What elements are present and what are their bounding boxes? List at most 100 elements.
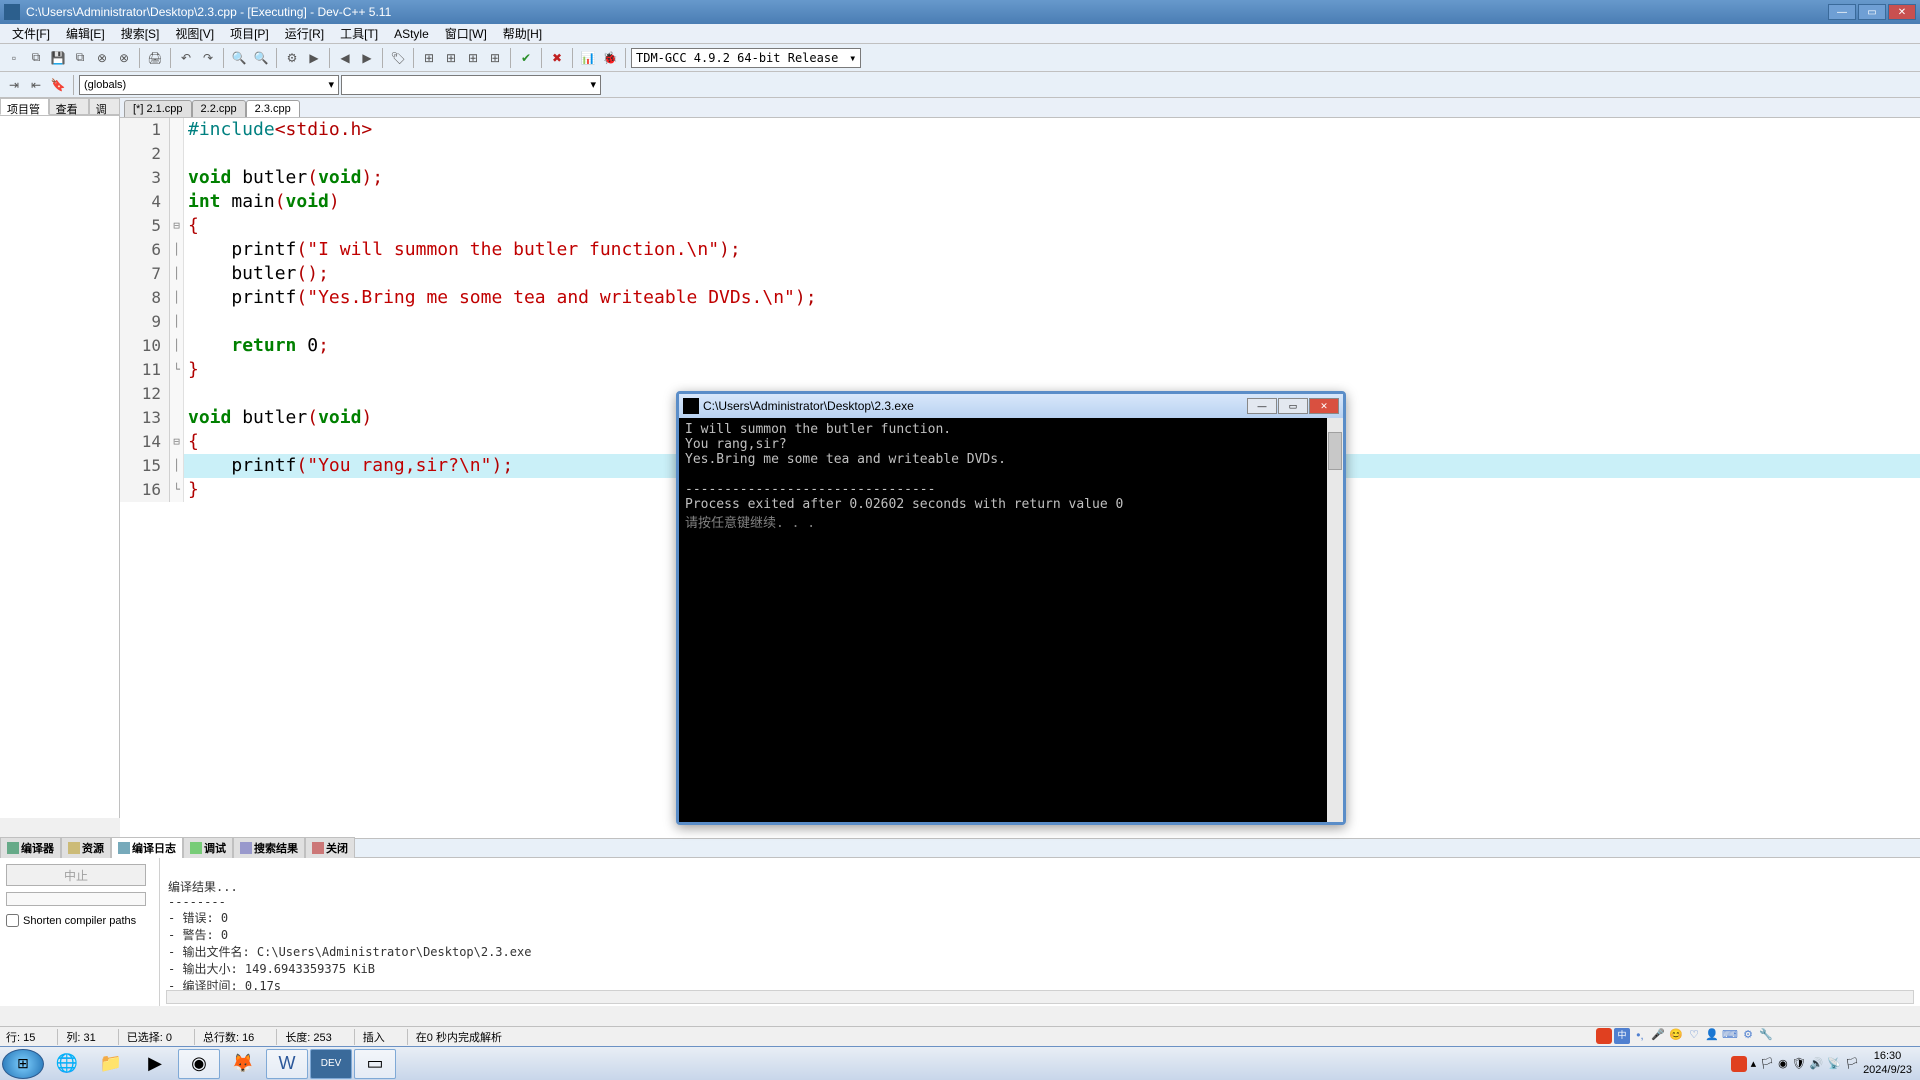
tray-keyboard-icon[interactable]: ⌨ [1722, 1028, 1738, 1044]
close-file-icon[interactable]: ⊗ [92, 48, 112, 68]
globals-select[interactable]: (globals) [79, 75, 339, 95]
save-icon[interactable]: 💾 [48, 48, 68, 68]
new-icon[interactable]: ▫ [4, 48, 24, 68]
side-panel-tabs: 项目管理 查看类 调试 [0, 98, 120, 116]
taskbar-chrome-icon[interactable]: ◉ [178, 1049, 220, 1079]
tray-flag-icon[interactable]: 🏳 [1760, 1057, 1774, 1070]
tab-compiler[interactable]: 编译器 [0, 837, 61, 859]
tab-file-23[interactable]: 2.3.cpp [246, 100, 300, 117]
menu-search[interactable]: 搜索[S] [113, 23, 168, 44]
closeall-icon[interactable]: ⊗ [114, 48, 134, 68]
taskbar-media-icon[interactable]: ▶ [134, 1049, 176, 1079]
tab-file-21[interactable]: [*] 2.1.cpp [124, 100, 192, 117]
grid2-icon[interactable]: ⊞ [441, 48, 461, 68]
tray-punct-icon[interactable]: •, [1632, 1028, 1648, 1044]
menu-run[interactable]: 运行[R] [277, 23, 332, 44]
console-title-bar[interactable]: C:\Users\Administrator\Desktop\2.3.exe —… [679, 394, 1343, 418]
close-button[interactable]: ✕ [1888, 4, 1916, 20]
tray-gear-icon[interactable]: ⚙ [1740, 1028, 1756, 1044]
fold-collapse-icon[interactable]: ⊟ [170, 214, 184, 238]
console-minimize-button[interactable]: — [1247, 398, 1277, 414]
open-icon[interactable]: ⧉ [26, 48, 46, 68]
ime-icon[interactable] [1596, 1028, 1612, 1044]
tray-security-icon[interactable]: 🛡 [1792, 1057, 1806, 1070]
tray-chrome-icon[interactable]: ◉ [1778, 1057, 1788, 1070]
tab-close[interactable]: 关闭 [305, 837, 355, 859]
tray-emoji-icon[interactable]: 😊 [1668, 1028, 1684, 1044]
console-scrollbar[interactable] [1327, 418, 1343, 822]
tab-compile-log[interactable]: 编译日志 [111, 837, 183, 859]
check-icon[interactable]: ✔ [516, 48, 536, 68]
minimize-button[interactable]: — [1828, 4, 1856, 20]
compile-icon[interactable]: ⚙ [282, 48, 302, 68]
menu-file[interactable]: 文件[F] [4, 23, 58, 44]
compiler-select[interactable]: TDM-GCC 4.9.2 64-bit Release [631, 48, 861, 68]
debug-icon[interactable]: 🐞 [600, 48, 620, 68]
bookmark2-icon[interactable]: 🔖 [48, 75, 68, 95]
undo-icon[interactable]: ↶ [176, 48, 196, 68]
tab-debug[interactable]: 调试 [89, 98, 120, 115]
tray-sogou-icon[interactable] [1731, 1056, 1747, 1072]
tray-flag2-icon[interactable]: 🏳 [1845, 1057, 1859, 1070]
menu-window[interactable]: 窗口[W] [437, 23, 495, 44]
taskbar-explorer-icon[interactable]: 📁 [90, 1049, 132, 1079]
line-number: 1 [120, 118, 170, 142]
tray-lang-icon[interactable]: 中 [1614, 1028, 1630, 1044]
redo-icon[interactable]: ↷ [198, 48, 218, 68]
horizontal-scrollbar[interactable] [166, 990, 1914, 1004]
tab-resource[interactable]: 资源 [61, 837, 111, 859]
grid1-icon[interactable]: ⊞ [419, 48, 439, 68]
scrollbar-thumb[interactable] [1328, 432, 1342, 470]
tab-search-results[interactable]: 搜索结果 [233, 837, 305, 859]
tray-heart-icon[interactable]: ♡ [1686, 1028, 1702, 1044]
goto2-icon[interactable]: ⇤ [26, 75, 46, 95]
tray-up-icon[interactable]: ▴ [1751, 1057, 1757, 1070]
taskbar-firefox-icon[interactable]: 🦊 [222, 1049, 264, 1079]
tray-wrench-icon[interactable]: 🔧 [1758, 1028, 1774, 1044]
profile-icon[interactable]: 📊 [578, 48, 598, 68]
menu-help[interactable]: 帮助[H] [495, 23, 550, 44]
menu-project[interactable]: 项目[P] [222, 23, 277, 44]
taskbar-word-icon[interactable]: W [266, 1049, 308, 1079]
grid4-icon[interactable]: ⊞ [485, 48, 505, 68]
menu-view[interactable]: 视图[V] [167, 23, 222, 44]
taskbar-devcpp-icon[interactable]: DEV [310, 1049, 352, 1079]
bookmark-icon[interactable]: 🏷 [388, 48, 408, 68]
tab-project-mgmt[interactable]: 项目管理 [0, 98, 49, 115]
console-maximize-button[interactable]: ▭ [1278, 398, 1308, 414]
saveall-icon[interactable]: ⧉ [70, 48, 90, 68]
replace-icon[interactable]: 🔍 [251, 48, 271, 68]
line-number: 15 [120, 454, 170, 478]
maximize-button[interactable]: ▭ [1858, 4, 1886, 20]
find-icon[interactable]: 🔍 [229, 48, 249, 68]
fold-collapse-icon[interactable]: ⊟ [170, 430, 184, 454]
menu-astyle[interactable]: AStyle [386, 25, 437, 43]
console-output[interactable]: I will summon the butler function. You r… [679, 418, 1343, 822]
print-icon[interactable]: 🖨 [145, 48, 165, 68]
check-icon [190, 842, 202, 854]
tray-user-icon[interactable]: 👤 [1704, 1028, 1720, 1044]
forward-icon[interactable]: ▶ [357, 48, 377, 68]
start-button[interactable]: ⊞ [2, 1049, 44, 1079]
goto1-icon[interactable]: ⇥ [4, 75, 24, 95]
tray-network-icon[interactable]: 📡 [1827, 1057, 1841, 1070]
line-number: 5 [120, 214, 170, 238]
delete-icon[interactable]: ✖ [547, 48, 567, 68]
tray-volume-icon[interactable]: 🔊 [1810, 1057, 1824, 1070]
taskbar-clock[interactable]: 16:30 2024/9/23 [1863, 1050, 1912, 1076]
taskbar-ie-icon[interactable]: 🌐 [46, 1049, 88, 1079]
tab-file-22[interactable]: 2.2.cpp [192, 100, 246, 117]
menu-edit[interactable]: 编辑[E] [58, 23, 113, 44]
taskbar-console-icon[interactable]: ▭ [354, 1049, 396, 1079]
grid3-icon[interactable]: ⊞ [463, 48, 483, 68]
tab-debug[interactable]: 调试 [183, 837, 233, 859]
shorten-paths-checkbox[interactable] [6, 914, 19, 927]
back-icon[interactable]: ◀ [335, 48, 355, 68]
symbol-select[interactable] [341, 75, 601, 95]
console-close-button[interactable]: ✕ [1309, 398, 1339, 414]
menu-tools[interactable]: 工具[T] [332, 23, 386, 44]
abort-button[interactable]: 中止 [6, 864, 146, 886]
tray-mic-icon[interactable]: 🎤 [1650, 1028, 1666, 1044]
tab-view-class[interactable]: 查看类 [49, 98, 89, 115]
run-icon[interactable]: ▶ [304, 48, 324, 68]
